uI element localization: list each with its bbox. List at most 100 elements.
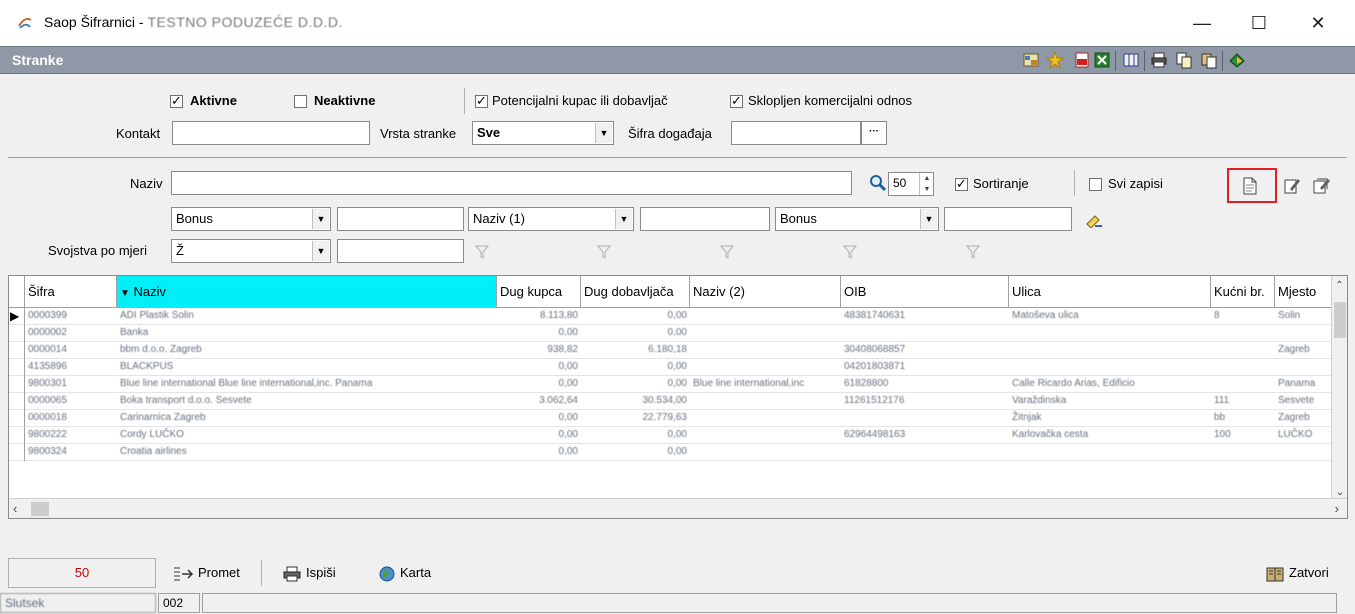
- table-row[interactable]: 0000014 bbm d.o.o. Zagreb 938,82 6.180,18 30…: [9, 342, 1332, 359]
- print-icon[interactable]: [1150, 51, 1168, 69]
- filter-funnel-icon[interactable]: [720, 245, 734, 259]
- row-indicator[interactable]: [9, 325, 25, 342]
- filter-funnel-icon[interactable]: [475, 245, 489, 259]
- column-header-mjesto[interactable]: Mjesto: [1275, 276, 1332, 308]
- row-indicator[interactable]: [9, 410, 25, 427]
- column-header-oib[interactable]: OIB: [841, 276, 1009, 308]
- aktivne-checkbox[interactable]: [170, 93, 183, 109]
- filter-funnel-icon[interactable]: [597, 245, 611, 259]
- spin-up-icon[interactable]: ▲: [920, 173, 934, 184]
- table-row[interactable]: ▶ 0000399 ADI Plastik Solin 8.113,80 0,00 483…: [9, 308, 1332, 325]
- paste-icon[interactable]: [1200, 51, 1218, 69]
- excel-export-icon[interactable]: [1093, 51, 1111, 69]
- columns-icon[interactable]: [1122, 51, 1140, 69]
- record-count-value: 50: [893, 176, 907, 190]
- data-grid[interactable]: Šifra ▼ Naziv Dug kupca Dug dobavljača N…: [8, 275, 1348, 519]
- row-indicator[interactable]: [9, 376, 25, 393]
- sklopljen-checkbox[interactable]: [730, 93, 743, 109]
- naziv-input[interactable]: [171, 171, 852, 195]
- exit-door-icon[interactable]: [1228, 51, 1246, 69]
- scroll-right-icon[interactable]: ›: [1335, 501, 1339, 516]
- scroll-up-icon[interactable]: ⌃: [1332, 280, 1347, 291]
- maximize-button[interactable]: ☐: [1244, 10, 1274, 36]
- ellipsis-button[interactable]: ···: [861, 121, 887, 145]
- row-indicator[interactable]: [9, 427, 25, 444]
- record-count-spinner[interactable]: ▲ ▼: [919, 173, 933, 195]
- table-row[interactable]: 0000002 Banka 0,00 0,00: [9, 325, 1332, 342]
- clear-filter-icon[interactable]: [1085, 214, 1103, 228]
- filter-value-input-2[interactable]: [640, 207, 770, 231]
- chevron-down-icon[interactable]: ▼: [615, 209, 632, 229]
- cell-dug-dobavljaca: 0,00: [667, 429, 687, 440]
- chevron-down-icon[interactable]: ▼: [595, 123, 612, 143]
- table-row[interactable]: 0000065 Boka transport d.o.o. Sesvete 3.06…: [9, 393, 1332, 410]
- cell-sifra: 9800222: [28, 429, 67, 440]
- svojstva-value-input[interactable]: [337, 239, 464, 263]
- column-header-sifra[interactable]: Šifra: [25, 276, 117, 308]
- vertical-scrollbar[interactable]: ⌃ ⌄: [1331, 276, 1347, 500]
- scrollbar-thumb[interactable]: [1334, 302, 1346, 338]
- svi-zapisi-checkbox[interactable]: [1089, 178, 1102, 191]
- vrsta-stranke-select[interactable]: Sve ▼: [472, 121, 614, 145]
- copy-icon[interactable]: [1175, 51, 1193, 69]
- svojstva-label: Svojstva po mjeri: [48, 243, 147, 258]
- column-header-naziv-2[interactable]: Naziv (2): [690, 276, 841, 308]
- cell-dug-dobavljaca: 30.534,00: [642, 395, 688, 406]
- potencijalni-checkbox[interactable]: [475, 93, 488, 109]
- kontakt-input[interactable]: [172, 121, 370, 145]
- sifra-dogadaja-input[interactable]: [731, 121, 861, 145]
- chevron-down-icon[interactable]: ▼: [312, 241, 329, 261]
- table-row[interactable]: 9800222 Cordy LUČKO 0,00 0,00 62964498163 Kar…: [9, 427, 1332, 444]
- row-indicator[interactable]: [9, 444, 25, 461]
- minimize-button[interactable]: —: [1187, 10, 1217, 36]
- cell-mjesto: [1275, 444, 1332, 461]
- karta-button[interactable]: Karta: [378, 558, 431, 588]
- star-icon[interactable]: [1046, 51, 1064, 69]
- table-row[interactable]: 9800324 Croatia airlines 0,00 0,00: [9, 444, 1332, 461]
- table-row[interactable]: 9800301 Blue line international Blue line…: [9, 376, 1332, 393]
- table-row[interactable]: 0000018 Carinarnica Zagreb 0,00 22.779,63 Ži…: [9, 410, 1332, 427]
- layout-icon[interactable]: [1022, 51, 1040, 69]
- filter-funnel-icon[interactable]: [843, 245, 857, 259]
- row-indicator[interactable]: [9, 393, 25, 410]
- ispisi-button[interactable]: Ispiši: [282, 558, 336, 588]
- scroll-down-icon[interactable]: ⌄: [1332, 487, 1348, 498]
- spin-down-icon[interactable]: ▼: [920, 184, 934, 195]
- horizontal-scrollbar[interactable]: ‹ ›: [9, 498, 1347, 518]
- filter-separator: [464, 88, 465, 114]
- column-header-ulica[interactable]: Ulica: [1009, 276, 1211, 308]
- filter-field-select-2[interactable]: Naziv (1) ▼: [468, 207, 634, 231]
- filter-funnel-icon[interactable]: [966, 245, 980, 259]
- edit-document-icon[interactable]: [1284, 177, 1300, 195]
- neaktivne-checkbox[interactable]: [294, 95, 307, 108]
- row-indicator[interactable]: [9, 359, 25, 376]
- table-row[interactable]: 4135896 BLACKPUS 0,00 0,00 04201803871: [9, 359, 1332, 376]
- record-count-input[interactable]: 50 ▲ ▼: [888, 172, 934, 196]
- search-icon[interactable]: [869, 174, 887, 192]
- chevron-down-icon[interactable]: ▼: [920, 209, 937, 229]
- column-header-dug-dobavljaca[interactable]: Dug dobavljača: [581, 276, 690, 308]
- sortiranje-checkbox[interactable]: [955, 176, 968, 192]
- status-bar: Slutsek 002: [0, 592, 1355, 614]
- edit-multiple-icon[interactable]: [1313, 177, 1331, 195]
- new-document-icon[interactable]: [1242, 177, 1258, 195]
- cell-sifra: 9800301: [28, 378, 67, 389]
- scroll-left-icon[interactable]: ‹: [13, 501, 17, 516]
- column-header-kucni-br[interactable]: Kućni br.: [1211, 276, 1275, 308]
- filter-value-input-1[interactable]: [337, 207, 464, 231]
- current-row-indicator-icon[interactable]: ▶: [9, 308, 25, 325]
- row-indicator[interactable]: [9, 342, 25, 359]
- column-header-dug-kupca[interactable]: Dug kupca: [497, 276, 581, 308]
- promet-button[interactable]: Promet: [172, 558, 240, 588]
- pdf-export-icon[interactable]: [1073, 51, 1091, 69]
- cell-oib: [841, 410, 1009, 427]
- close-button[interactable]: ✕: [1303, 10, 1333, 36]
- zatvori-button[interactable]: Zatvori: [1265, 558, 1329, 588]
- chevron-down-icon[interactable]: ▼: [312, 209, 329, 229]
- filter-field-select-3[interactable]: Bonus ▼: [775, 207, 939, 231]
- filter-value-input-3[interactable]: [944, 207, 1072, 231]
- svojstva-select[interactable]: Ž ▼: [171, 239, 331, 263]
- filter-field-select-1[interactable]: Bonus ▼: [171, 207, 331, 231]
- column-header-naziv[interactable]: ▼ Naziv: [117, 276, 497, 308]
- horizontal-scrollbar-thumb[interactable]: [31, 502, 49, 516]
